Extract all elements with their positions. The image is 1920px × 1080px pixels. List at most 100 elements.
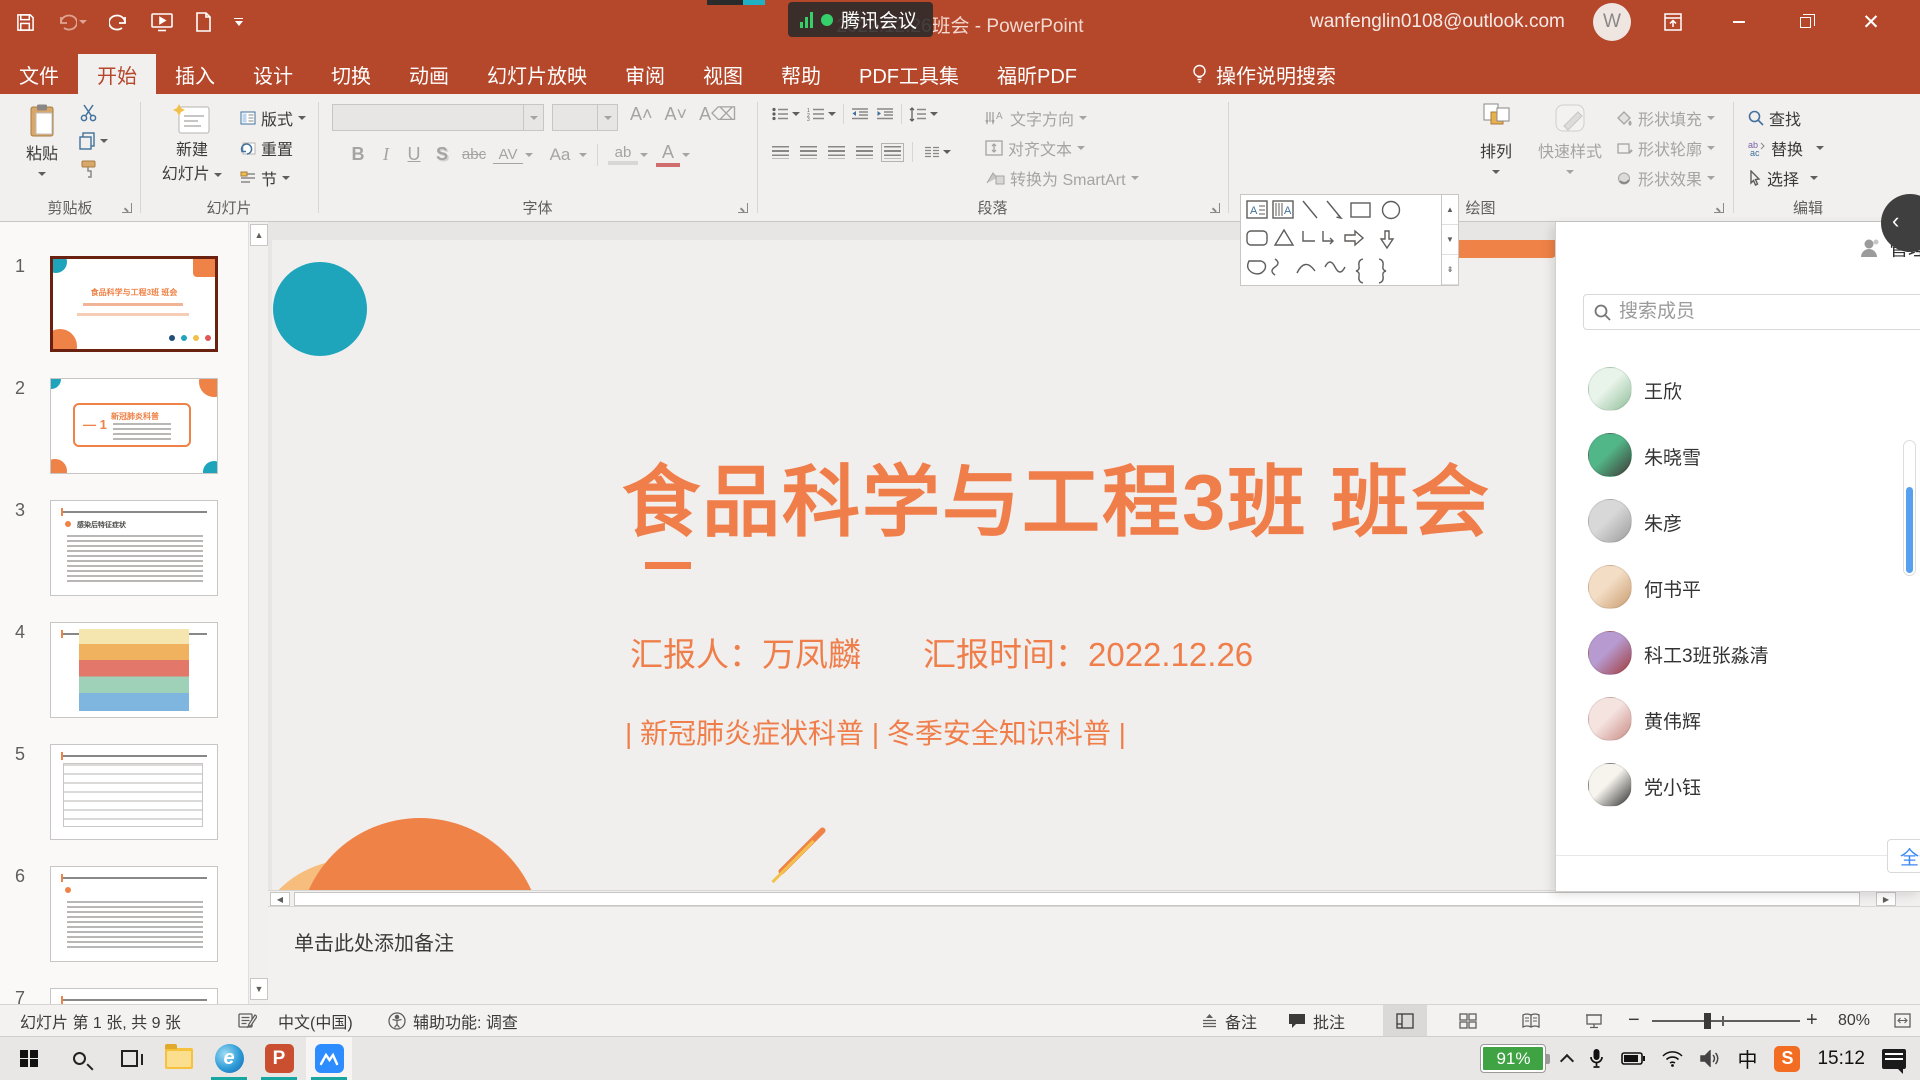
redo-icon[interactable]: [109, 13, 129, 31]
member-row-3[interactable]: 何书平: [1556, 554, 1920, 620]
tab-1[interactable]: 开始: [78, 54, 156, 94]
scroll-right-button[interactable]: ▶: [1876, 892, 1896, 906]
tab-3[interactable]: 设计: [234, 54, 312, 94]
zoom-out-button[interactable]: −: [1628, 1005, 1640, 1036]
slide-thumbnail-3[interactable]: 3感染后特征症状: [0, 500, 248, 596]
slide-thumbnail-2[interactable]: 2— 1新冠肺炎科普: [0, 378, 248, 474]
text-direction-button[interactable]: A 文字方向: [985, 106, 1087, 130]
select-button[interactable]: 选择: [1748, 166, 1818, 190]
close-button[interactable]: ✕: [1848, 0, 1894, 44]
mute-all-button[interactable]: 全体: [1887, 839, 1920, 873]
sogou-input-icon[interactable]: S: [1774, 1046, 1800, 1072]
member-search-input[interactable]: [1619, 301, 1879, 323]
clock[interactable]: 15:12: [1817, 1048, 1865, 1070]
scroll-down-button[interactable]: ▼: [250, 978, 268, 1000]
comments-toggle[interactable]: 批注: [1288, 1005, 1345, 1036]
notes-pane[interactable]: 单击此处添加备注: [268, 907, 1920, 1004]
align-center-button[interactable]: [800, 146, 817, 159]
normal-view-button[interactable]: [1383, 1005, 1427, 1036]
thumbnail-preview[interactable]: 食品科学与工程3班 班会: [50, 256, 218, 352]
format-painter-button[interactable]: [80, 160, 98, 178]
restore-button[interactable]: [1782, 0, 1828, 44]
edge-browser-button[interactable]: e: [206, 1037, 252, 1080]
arrange-button[interactable]: 排列: [1466, 102, 1526, 180]
zoom-slider-thumb[interactable]: [1704, 1013, 1711, 1029]
new-slide-button[interactable]: 新建 幻灯片: [152, 102, 232, 198]
powerpoint-taskbar-button[interactable]: P: [256, 1037, 302, 1080]
layout-button[interactable]: 版式: [240, 106, 306, 130]
thumbnail-preview[interactable]: [50, 744, 218, 840]
reset-button[interactable]: 重置: [240, 136, 293, 160]
tab-0[interactable]: 文件: [0, 54, 78, 94]
ime-indicator[interactable]: 中: [1737, 1044, 1757, 1073]
thumbnail-preview[interactable]: — 1新冠肺炎科普: [50, 378, 218, 474]
character-spacing-button[interactable]: AV: [493, 146, 523, 164]
font-color-button[interactable]: A: [656, 142, 680, 167]
font-name-combobox[interactable]: [332, 104, 544, 131]
notes-toggle[interactable]: 备注: [1201, 1005, 1257, 1036]
slideshow-view-button[interactable]: [1572, 1005, 1616, 1036]
member-row-4[interactable]: 科工3班张淼清: [1556, 620, 1920, 686]
underline-button[interactable]: U: [401, 144, 427, 165]
slide-sorter-view-button[interactable]: [1446, 1005, 1490, 1036]
slide-subtitle-text[interactable]: 汇报人：万凤麟汇报时间：2022.12.26: [630, 628, 1253, 676]
bullets-button[interactable]: [772, 107, 800, 121]
section-button[interactable]: 节: [240, 166, 290, 190]
horizontal-scrollbar[interactable]: ◀ ▶: [268, 890, 1920, 907]
start-slideshow-icon[interactable]: [151, 12, 173, 32]
tencent-meeting-taskbar-button[interactable]: [306, 1037, 352, 1080]
change-case-caret[interactable]: [579, 153, 587, 157]
distribute-button[interactable]: [884, 146, 901, 159]
tab-4[interactable]: 切换: [312, 54, 390, 94]
save-icon[interactable]: [16, 13, 35, 32]
cut-button[interactable]: [80, 104, 98, 122]
slide-tags-text[interactable]: | 新冠肺炎症状科普 | 冬季安全知识科普 |: [625, 712, 1126, 752]
decrease-font-size-button[interactable]: A˅: [665, 104, 688, 125]
scroll-thumb[interactable]: [1906, 487, 1913, 573]
ribbon-display-options-button[interactable]: [1650, 0, 1696, 44]
tab-2[interactable]: 插入: [156, 54, 234, 94]
increase-indent-button[interactable]: [876, 107, 894, 121]
minimize-button[interactable]: [1716, 0, 1762, 44]
justify-button[interactable]: [856, 146, 873, 159]
microphone-tray-icon[interactable]: [1589, 1048, 1604, 1069]
spellcheck-icon[interactable]: [238, 1005, 257, 1036]
slide-thumbnail-4[interactable]: 4: [0, 622, 248, 718]
thumbnail-preview[interactable]: [50, 866, 218, 962]
wifi-tray-icon[interactable]: [1662, 1051, 1683, 1067]
scroll-up-button[interactable]: ▲: [250, 224, 268, 246]
file-explorer-button[interactable]: [156, 1037, 202, 1080]
strikethrough-button[interactable]: abc: [457, 146, 491, 163]
tab-7[interactable]: 审阅: [606, 54, 684, 94]
find-button[interactable]: 查找: [1748, 106, 1801, 130]
decrease-indent-button[interactable]: [851, 107, 869, 121]
slide-title-text[interactable]: 食品科学与工程3班 班会: [622, 440, 1491, 552]
shape-fill-button[interactable]: 形状填充: [1616, 106, 1715, 130]
member-row-2[interactable]: 朱彦: [1556, 488, 1920, 554]
font-dialog-launcher[interactable]: [738, 203, 748, 213]
start-button[interactable]: [6, 1037, 52, 1080]
slide-counter[interactable]: 幻灯片 第 1 张, 共 9 张: [20, 1005, 181, 1036]
slide-thumbnail-5[interactable]: 5: [0, 744, 248, 840]
highlight-color-button[interactable]: ab: [608, 144, 638, 165]
fit-to-window-button[interactable]: [1884, 1005, 1920, 1036]
member-row-5[interactable]: 黄伟辉: [1556, 686, 1920, 752]
shape-effects-button[interactable]: 形状效果: [1616, 166, 1715, 190]
member-list-scrollbar[interactable]: [1903, 440, 1916, 576]
replace-button[interactable]: abac 替换: [1748, 136, 1824, 160]
tab-10[interactable]: PDF工具集: [840, 54, 978, 94]
member-row-0[interactable]: 王欣: [1556, 356, 1920, 422]
battery-tray-icon[interactable]: [1621, 1052, 1645, 1065]
shape-outline-button[interactable]: 形状轮廓: [1616, 136, 1715, 160]
slide-thumbnail-1[interactable]: 1食品科学与工程3班 班会: [0, 256, 248, 352]
clipboard-dialog-launcher[interactable]: [122, 203, 132, 213]
thumbnail-preview[interactable]: [50, 988, 218, 1004]
columns-button[interactable]: [924, 146, 951, 159]
zoom-in-button[interactable]: +: [1806, 1005, 1818, 1036]
notification-center-icon[interactable]: [1882, 1049, 1906, 1069]
align-text-button[interactable]: 对齐文本: [985, 136, 1085, 160]
tab-5[interactable]: 动画: [390, 54, 468, 94]
tab-9[interactable]: 帮助: [762, 54, 840, 94]
drawing-dialog-launcher[interactable]: [1714, 203, 1724, 213]
horizontal-scroll-thumb[interactable]: [294, 892, 1860, 906]
